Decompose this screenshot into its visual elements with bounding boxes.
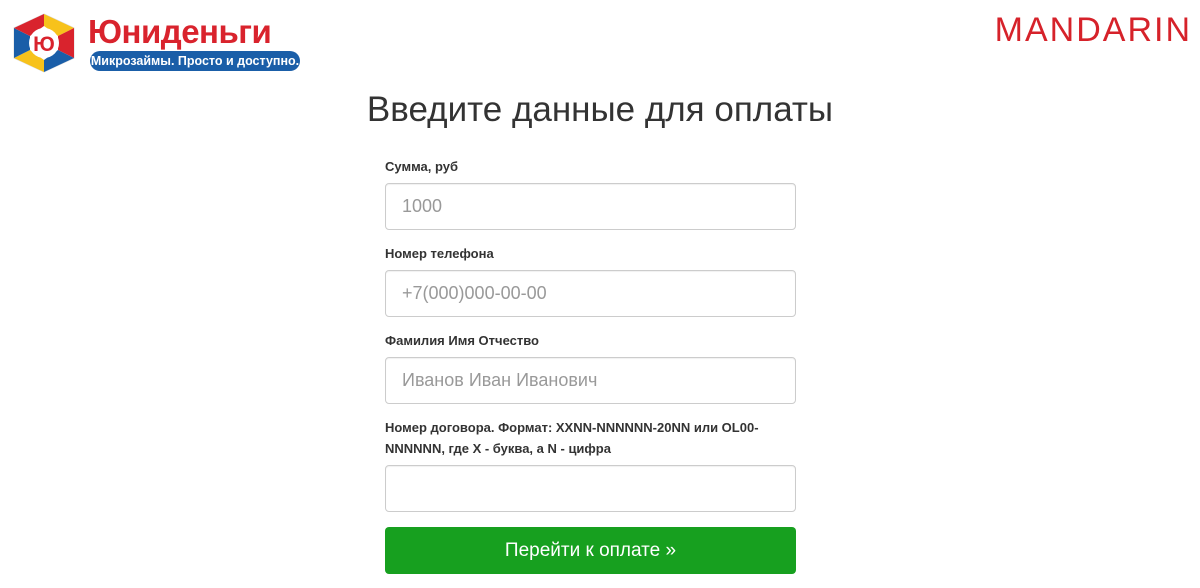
full-name-label: Фамилия Имя Отчество: [385, 333, 539, 348]
uniden-logo-mark-icon: Ю: [13, 13, 75, 73]
phone-input[interactable]: [385, 270, 796, 317]
payment-form: Сумма, руб Номер телефона Фамилия Имя От…: [385, 156, 796, 574]
proceed-to-payment-button[interactable]: Перейти к оплате »: [385, 527, 796, 574]
brand-name: Юниденьги: [88, 13, 272, 50]
contract-number-label: Номер договора. Формат: XXNN-NNNNNN-20NN…: [385, 420, 759, 456]
uniden-logo[interactable]: Ю Юниденьги Микрозаймы. Просто и доступн…: [8, 12, 300, 74]
contract-number-input[interactable]: [385, 465, 796, 512]
payment-page: Ю Юниденьги Микрозаймы. Просто и доступн…: [0, 0, 1200, 588]
mandarin-logo[interactable]: MANDARIN: [995, 12, 1192, 48]
full-name-input[interactable]: [385, 357, 796, 404]
uniden-logo-letter: Ю: [33, 33, 55, 56]
page-title: Введите данные для оплаты: [366, 90, 834, 129]
brand-tagline: Микрозаймы. Просто и доступно.: [90, 51, 300, 71]
amount-input[interactable]: [385, 183, 796, 230]
amount-label: Сумма, руб: [385, 159, 458, 174]
phone-label: Номер телефона: [385, 246, 494, 261]
